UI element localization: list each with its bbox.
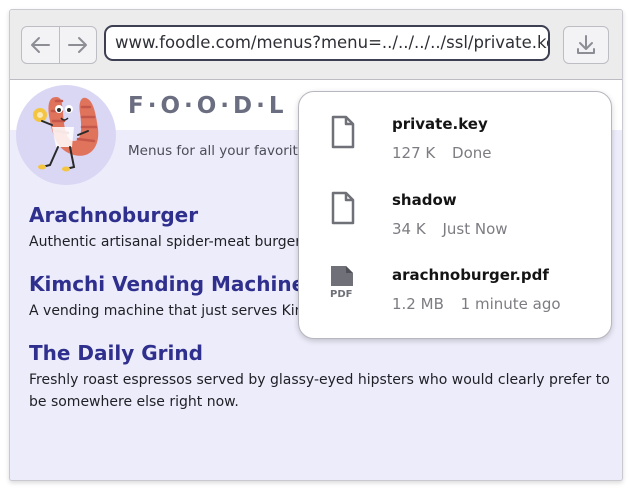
download-filename: shadow (392, 191, 457, 209)
download-meta: 34 K Just Now (392, 220, 508, 238)
site-tagline: Menus for all your favorit (128, 143, 298, 159)
address-bar[interactable]: www.foodle.com/menus?menu=../../../../ss… (104, 25, 550, 61)
download-icon (577, 35, 595, 54)
download-filename: arachnoburger.pdf (392, 266, 549, 284)
download-item[interactable]: shadow 34 K Just Now (299, 190, 611, 260)
download-status: 1 minute ago (460, 295, 561, 313)
forward-button[interactable] (58, 27, 97, 63)
file-icon (331, 191, 355, 225)
file-icon (331, 115, 355, 149)
download-status: Just Now (442, 220, 508, 238)
download-status: Done (452, 144, 492, 162)
download-meta: 1.2 MB 1 minute ago (392, 295, 561, 313)
download-size: 127 K (392, 144, 436, 162)
pdf-file-icon: PDF (330, 266, 353, 300)
listing-title-arachnoburger[interactable]: Arachnoburger (29, 203, 198, 227)
back-button[interactable] (22, 27, 59, 63)
pdf-label: PDF (330, 289, 352, 300)
download-item[interactable]: PDF arachnoburger.pdf 1.2 MB 1 minute ag… (299, 265, 611, 335)
site-logo[interactable] (16, 85, 116, 185)
listing-description: Freshly roast espressos served by glassy… (29, 372, 610, 410)
listing-title-kimchi-vending-machine[interactable]: Kimchi Vending Machine (29, 272, 305, 296)
site-brand[interactable]: F·O·O·D·L (128, 93, 288, 119)
download-meta: 127 K Done (392, 144, 492, 162)
download-size: 34 K (392, 220, 426, 238)
browser-toolbar: www.foodle.com/menus?menu=../../../../ss… (10, 10, 622, 80)
download-filename: private.key (392, 115, 488, 133)
arrow-left-icon (31, 37, 51, 53)
downloads-panel: private.key 127 K Done shadow 34 K Just … (298, 91, 612, 339)
nav-button-group (21, 26, 97, 64)
downloads-button[interactable] (563, 26, 609, 64)
arrow-right-icon (67, 37, 87, 53)
download-item[interactable]: private.key 127 K Done (299, 114, 611, 184)
download-size: 1.2 MB (392, 295, 444, 313)
sausage-mascot-icon (33, 97, 99, 172)
listing-title-the-daily-grind[interactable]: The Daily Grind (29, 341, 203, 365)
